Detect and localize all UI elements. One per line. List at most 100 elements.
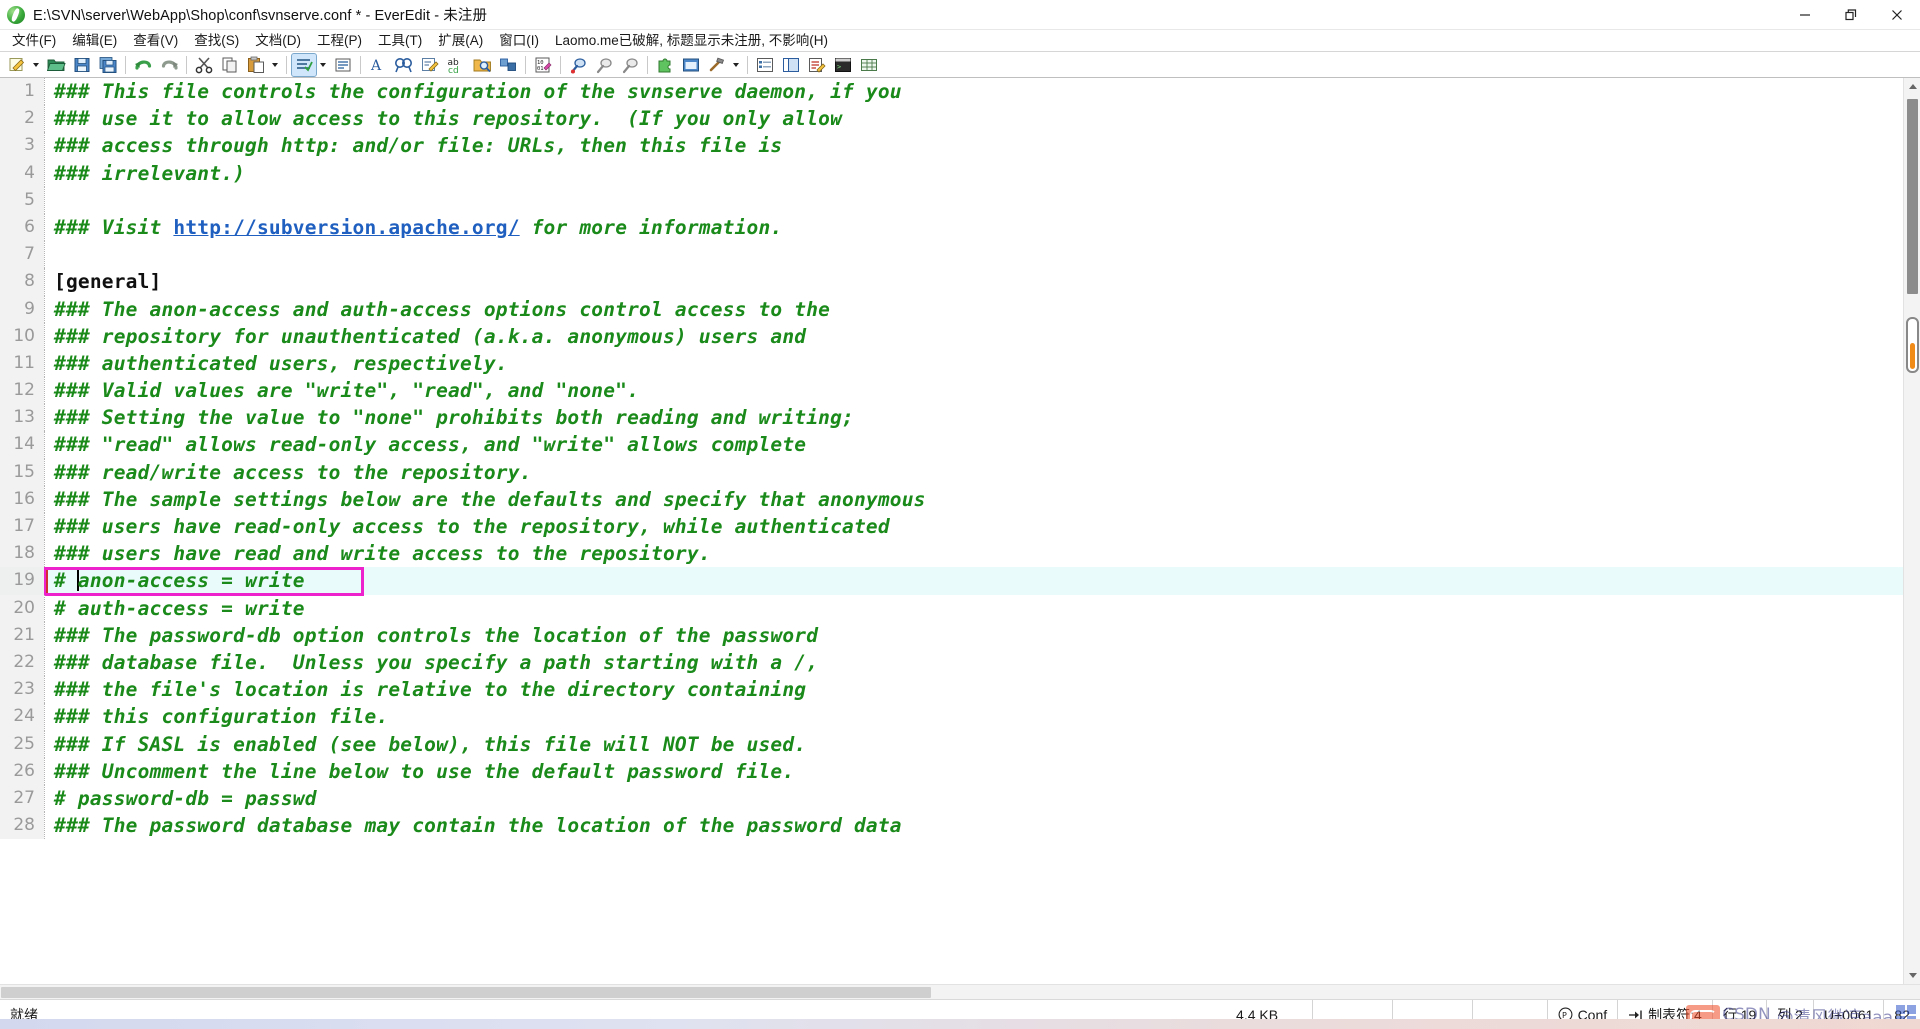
code-text[interactable]: ### this configuration file. xyxy=(45,703,1903,730)
code-text[interactable]: ### access through http: and/or file: UR… xyxy=(45,132,1903,159)
chevron-down-icon[interactable] xyxy=(730,54,741,76)
code-line[interactable]: 5 xyxy=(0,186,1903,214)
vertical-scrollbar[interactable] xyxy=(1903,78,1920,984)
doc-props-icon[interactable] xyxy=(805,54,829,76)
find-replace-icon[interactable]: ab cd xyxy=(444,54,468,76)
cut-icon[interactable] xyxy=(192,54,216,76)
code-line[interactable]: 10 ### repository for unauthenticated (a.… xyxy=(0,322,1903,350)
code-line[interactable]: 20 # auth-access = write xyxy=(0,594,1903,622)
redo-icon[interactable] xyxy=(157,54,181,76)
code-line[interactable]: 9 ### The anon-access and auth-access opt… xyxy=(0,295,1903,323)
close-button[interactable] xyxy=(1874,0,1920,30)
font-icon[interactable]: A xyxy=(366,54,390,76)
code-line[interactable]: 23 ### the file's location is relative to… xyxy=(0,676,1903,704)
scroll-down-icon[interactable] xyxy=(1904,967,1920,984)
code-line[interactable]: 17 ### users have read-only access to the… xyxy=(0,513,1903,541)
code-text[interactable]: ### read/write access to the repository. xyxy=(45,459,1903,486)
code-text[interactable]: ### Valid values are "write", "read", an… xyxy=(45,377,1903,404)
menu-document[interactable]: 文档(D) xyxy=(247,31,309,51)
code-line[interactable]: 13 ### Setting the value to "none" prohib… xyxy=(0,404,1903,432)
code-text[interactable]: ### The anon-access and auth-access opti… xyxy=(45,296,1903,323)
explorer-icon[interactable] xyxy=(496,54,520,76)
format-lines-icon[interactable] xyxy=(291,52,317,77)
code-text[interactable] xyxy=(45,241,1903,268)
code-line[interactable]: 2 ### use it to allow access to this repo… xyxy=(0,105,1903,133)
code-line[interactable]: 8 [general] xyxy=(0,268,1903,296)
code-text[interactable]: ### If SASL is enabled (see below), this… xyxy=(45,731,1903,758)
code-line[interactable]: 25 ### If SASL is enabled (see below), th… xyxy=(0,730,1903,758)
code-line[interactable]: 1 ### This file controls the configuratio… xyxy=(0,78,1903,106)
table-icon[interactable] xyxy=(857,54,881,76)
code-text[interactable]: ### Uncomment the line below to use the … xyxy=(45,758,1903,785)
code-editor[interactable]: 1 ### This file controls the configuratio… xyxy=(0,78,1903,984)
copy-icon[interactable] xyxy=(218,54,242,76)
menu-extension[interactable]: 扩展(A) xyxy=(430,31,491,51)
vertical-scroll-thumb[interactable] xyxy=(1907,99,1918,294)
find-icon[interactable] xyxy=(392,54,416,76)
code-text[interactable]: ### authenticated users, respectively. xyxy=(45,350,1903,377)
hex-view-icon[interactable]: 10 01 xyxy=(531,54,555,76)
replace-icon[interactable] xyxy=(418,54,442,76)
code-line[interactable]: 28 ### The password database may contain … xyxy=(0,812,1903,840)
code-text[interactable]: ### The password-db option controls the … xyxy=(45,622,1903,649)
code-text[interactable]: ### Setting the value to "none" prohibit… xyxy=(45,404,1903,431)
save-icon[interactable] xyxy=(70,54,94,76)
menu-tools[interactable]: 工具(T) xyxy=(370,31,430,51)
scroll-position-marker[interactable] xyxy=(1906,317,1919,373)
layout-icon[interactable] xyxy=(779,54,803,76)
code-text[interactable]: ### repository for unauthenticated (a.k.… xyxy=(45,323,1903,350)
undo-icon[interactable] xyxy=(131,54,155,76)
code-line[interactable]: 7 xyxy=(0,241,1903,269)
code-text[interactable]: # auth-access = write xyxy=(45,595,1903,622)
chevron-down-icon[interactable] xyxy=(30,54,41,76)
code-line[interactable]: 4 ### irrelevant.) xyxy=(0,159,1903,187)
code-line[interactable]: 22 ### database file. Unless you specify … xyxy=(0,648,1903,677)
project-panel-icon[interactable] xyxy=(753,54,777,76)
wrap-text-icon[interactable] xyxy=(331,54,355,76)
chevron-down-icon[interactable] xyxy=(317,54,328,76)
horizontal-scroll-thumb[interactable] xyxy=(1,987,931,998)
plugin-icon[interactable] xyxy=(653,54,677,76)
code-line[interactable]: 27 # password-db = passwd xyxy=(0,784,1903,813)
console-icon[interactable]: > xyxy=(831,54,855,76)
vertical-scroll-track[interactable] xyxy=(1904,95,1920,967)
minimize-button[interactable] xyxy=(1782,0,1828,30)
code-text[interactable]: ### irrelevant.) xyxy=(45,160,1903,187)
menu-edit[interactable]: 编辑(E) xyxy=(64,31,125,51)
menu-search[interactable]: 查找(S) xyxy=(186,31,247,51)
open-folder-icon[interactable] xyxy=(44,54,68,76)
code-line[interactable]: 18 ### users have read and write access t… xyxy=(0,540,1903,568)
bookmark-toggle-icon[interactable] xyxy=(566,54,590,76)
menu-file[interactable]: 文件(F) xyxy=(4,31,64,51)
chevron-down-icon[interactable] xyxy=(269,54,280,76)
find-in-files-icon[interactable] xyxy=(470,54,494,76)
scroll-up-icon[interactable] xyxy=(1904,78,1920,95)
code-text[interactable] xyxy=(45,187,1903,214)
code-text[interactable]: [general] xyxy=(45,268,1903,295)
bookmark-next-icon[interactable] xyxy=(618,54,642,76)
code-line[interactable]: 6 ### Visit http://subversion.apache.org/… xyxy=(0,213,1903,242)
menu-view[interactable]: 查看(V) xyxy=(125,31,186,51)
code-hyperlink[interactable]: http://subversion.apache.org/ xyxy=(173,216,519,239)
code-text[interactable]: ### The password database may contain th… xyxy=(45,812,1903,839)
tools-icon[interactable] xyxy=(705,54,729,76)
code-text[interactable]: ### use it to allow access to this repos… xyxy=(45,105,1903,132)
code-line[interactable]: 24 ### this configuration file. xyxy=(0,703,1903,731)
code-line[interactable]: 21 ### The password-db option controls th… xyxy=(0,621,1903,649)
code-line[interactable]: 11 ### authenticated users, respectively. xyxy=(0,349,1903,378)
code-text[interactable]: # anon-access = write xyxy=(45,567,1903,595)
code-text[interactable]: ### users have read-only access to the r… xyxy=(45,513,1903,540)
paste-icon[interactable] xyxy=(244,54,268,76)
code-line[interactable]: 16 ### The sample settings below are the … xyxy=(0,485,1903,513)
horizontal-scrollbar[interactable] xyxy=(0,984,1920,999)
code-text[interactable]: ### database file. Unless you specify a … xyxy=(45,649,1903,676)
code-line[interactable]: 12 ### Valid values are "write", "read", … xyxy=(0,377,1903,405)
code-text[interactable]: ### The sample settings below are the de… xyxy=(45,486,1903,513)
menu-project[interactable]: 工程(P) xyxy=(309,31,370,51)
code-line[interactable]: 3 ### access through http: and/or file: U… xyxy=(0,132,1903,160)
bookmark-prev-icon[interactable] xyxy=(592,54,616,76)
code-line[interactable]: 15 ### read/write access to the repositor… xyxy=(0,458,1903,486)
panel-icon[interactable] xyxy=(679,54,703,76)
save-all-icon[interactable] xyxy=(96,54,120,76)
code-line[interactable]: 19 # anon-access = write xyxy=(0,567,1903,595)
